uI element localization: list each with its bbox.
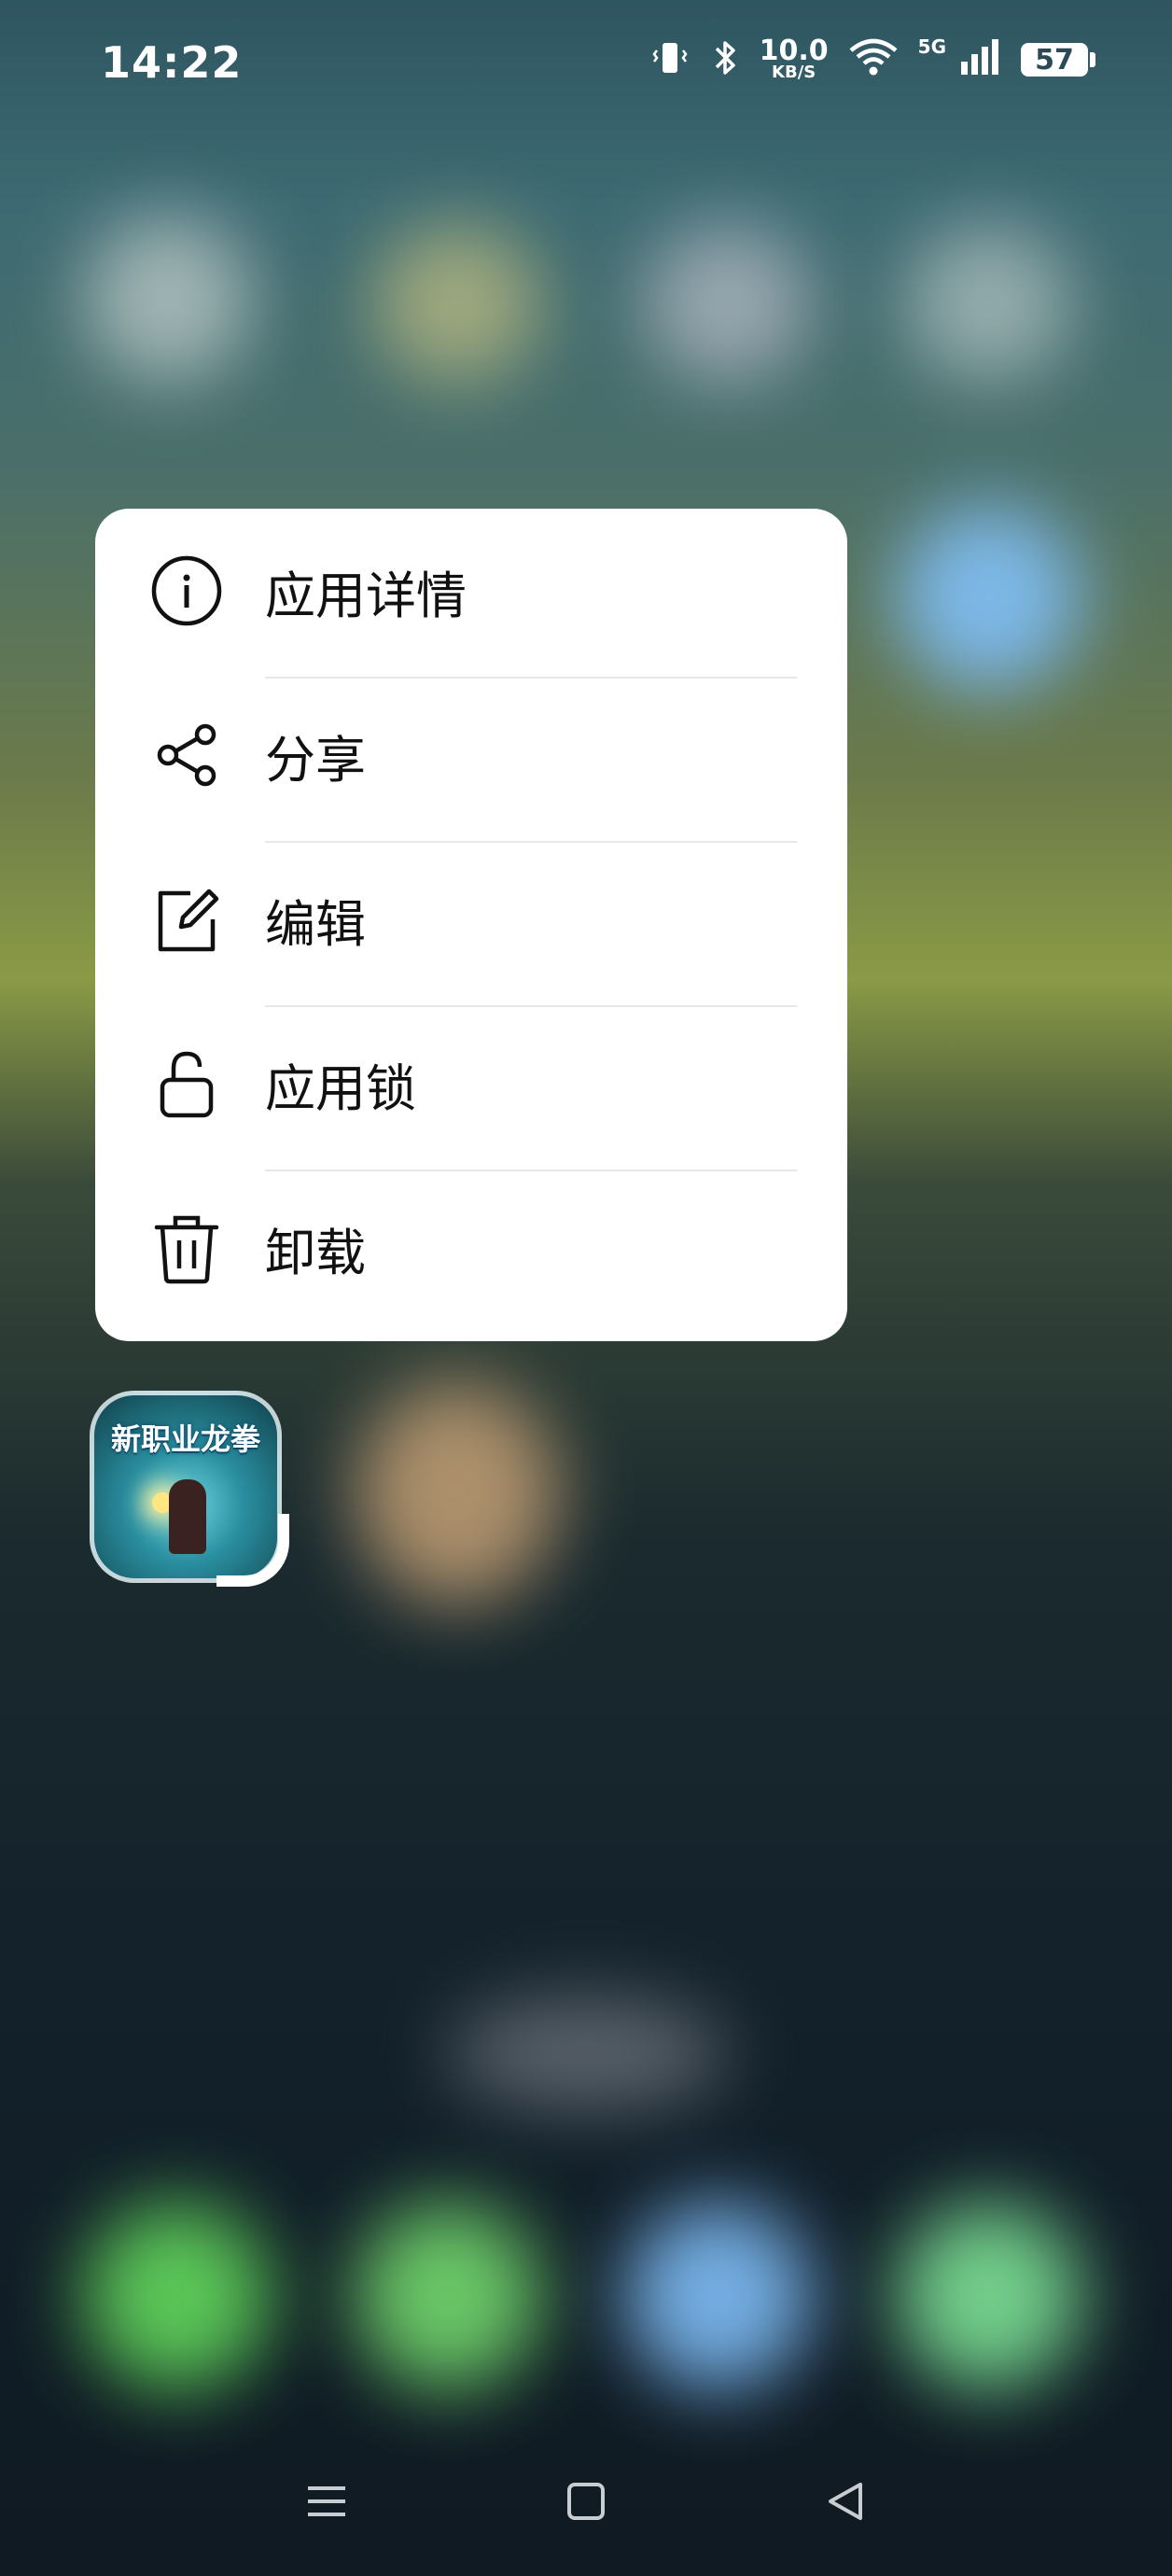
signal-icon <box>959 37 1002 82</box>
lock-icon <box>149 1046 224 1121</box>
battery-icon: 57 <box>1021 43 1095 77</box>
menu-item-label: 卸载 <box>265 1223 366 1282</box>
app-icon-title: 新职业龙拳 <box>110 1421 260 1457</box>
status-bar: 14:22 10.0 KB/S 5G 57 <box>0 0 1172 131</box>
back-icon[interactable] <box>817 2473 873 2529</box>
network-type: 5G <box>917 35 946 58</box>
menu-item-label: 编辑 <box>265 894 366 954</box>
menu-item-label: 应用锁 <box>265 1058 416 1118</box>
wifi-icon <box>847 37 900 82</box>
menu-item-share[interactable]: 分享 <box>95 673 847 837</box>
status-time: 14:22 <box>101 37 243 88</box>
character-silhouette <box>169 1479 206 1554</box>
menu-item-uninstall[interactable]: 卸载 <box>95 1166 847 1330</box>
navigation-bar <box>0 2455 1172 2557</box>
app-context-menu: 应用详情 分享 编辑 应用锁 卸载 <box>95 509 847 1341</box>
menu-item-label: 应用详情 <box>265 566 467 625</box>
menu-item-edit[interactable]: 编辑 <box>95 837 847 1001</box>
vibrate-icon <box>649 37 691 82</box>
menu-item-app-details[interactable]: 应用详情 <box>95 509 847 673</box>
share-icon <box>149 718 224 792</box>
net-speed: 10.0 KB/S <box>759 35 829 82</box>
edit-icon <box>149 882 224 957</box>
menu-item-label: 分享 <box>265 730 366 790</box>
status-icons: 10.0 KB/S 5G 57 <box>649 35 1095 82</box>
info-icon <box>149 553 224 628</box>
menu-icon[interactable] <box>299 2473 355 2529</box>
home-icon[interactable] <box>558 2473 614 2529</box>
resize-handle[interactable] <box>216 1514 289 1587</box>
trash-icon <box>149 1211 224 1285</box>
menu-item-app-lock[interactable]: 应用锁 <box>95 1001 847 1166</box>
bluetooth-icon <box>709 37 741 82</box>
